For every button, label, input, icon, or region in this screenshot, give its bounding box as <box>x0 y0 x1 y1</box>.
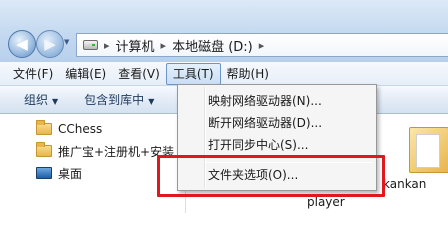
kankan-folder-icon[interactable] <box>409 127 448 173</box>
folder-icon <box>36 120 52 135</box>
caret-down-icon: ▼ <box>148 97 155 106</box>
menu-edit[interactable]: 编辑(E) <box>59 63 112 85</box>
file-label-kankan[interactable]: kankan <box>383 177 426 191</box>
menu-item-open-sync-center[interactable]: 打开同步中心(S)... <box>208 134 308 156</box>
tree-item-label: 桌面 <box>58 166 83 181</box>
breadcrumb-separator-icon[interactable]: ▸ <box>259 39 265 52</box>
file-label-player[interactable]: player <box>307 195 345 209</box>
tree-item-tuiguangbao[interactable]: 推广宝+注册机+安装 <box>36 141 174 161</box>
menu-item-map-network-drive[interactable]: 映射网络驱动器(N)... <box>208 90 322 112</box>
back-arrow-icon: ◀ <box>16 35 28 53</box>
menu-help[interactable]: 帮助(H) <box>221 63 275 85</box>
breadcrumb-local-disk-d[interactable]: 本地磁盘 (D:) <box>172 36 253 55</box>
breadcrumb-computer[interactable]: 计算机 <box>116 36 155 55</box>
menu-file[interactable]: 文件(F) <box>7 63 59 85</box>
drive-icon <box>83 40 98 50</box>
forward-button[interactable]: ▶ <box>36 30 64 58</box>
include-in-library-button[interactable]: 包含到库中 ▼ <box>84 91 154 108</box>
recent-pages-chevron-down-icon[interactable]: ▼ <box>64 38 69 46</box>
forward-arrow-icon: ▶ <box>44 35 56 53</box>
desktop-icon <box>36 167 52 179</box>
menu-item-disconnect-network-drive[interactable]: 断开网络驱动器(D)... <box>208 112 322 134</box>
address-bar[interactable]: ▸ 计算机 ▸ 本地磁盘 (D:) ▸ <box>76 33 448 57</box>
tree-item-desktop[interactable]: 桌面 <box>36 163 82 183</box>
organize-button[interactable]: 组织 ▼ <box>24 91 58 108</box>
folder-icon <box>36 142 52 157</box>
menu-tools[interactable]: 工具(T) <box>165 62 221 85</box>
breadcrumb-separator-icon[interactable]: ▸ <box>104 39 110 52</box>
highlight-box <box>157 155 385 197</box>
caret-down-icon: ▼ <box>52 97 59 106</box>
tree-item-label: CChess <box>58 122 103 136</box>
menu-bar: 文件(F) 编辑(E) 查看(V) 工具(T) 帮助(H) <box>0 62 448 86</box>
include-in-library-label: 包含到库中 <box>84 93 145 107</box>
breadcrumb-separator-icon[interactable]: ▸ <box>161 39 167 52</box>
navigation-bar: ◀ ▶ ▼ ▸ 计算机 ▸ 本地磁盘 (D:) ▸ <box>0 0 448 62</box>
tree-item-cchess[interactable]: CChess <box>36 119 102 139</box>
back-button[interactable]: ◀ <box>8 30 36 58</box>
organize-label: 组织 <box>24 93 49 107</box>
menu-view[interactable]: 查看(V) <box>112 63 166 85</box>
